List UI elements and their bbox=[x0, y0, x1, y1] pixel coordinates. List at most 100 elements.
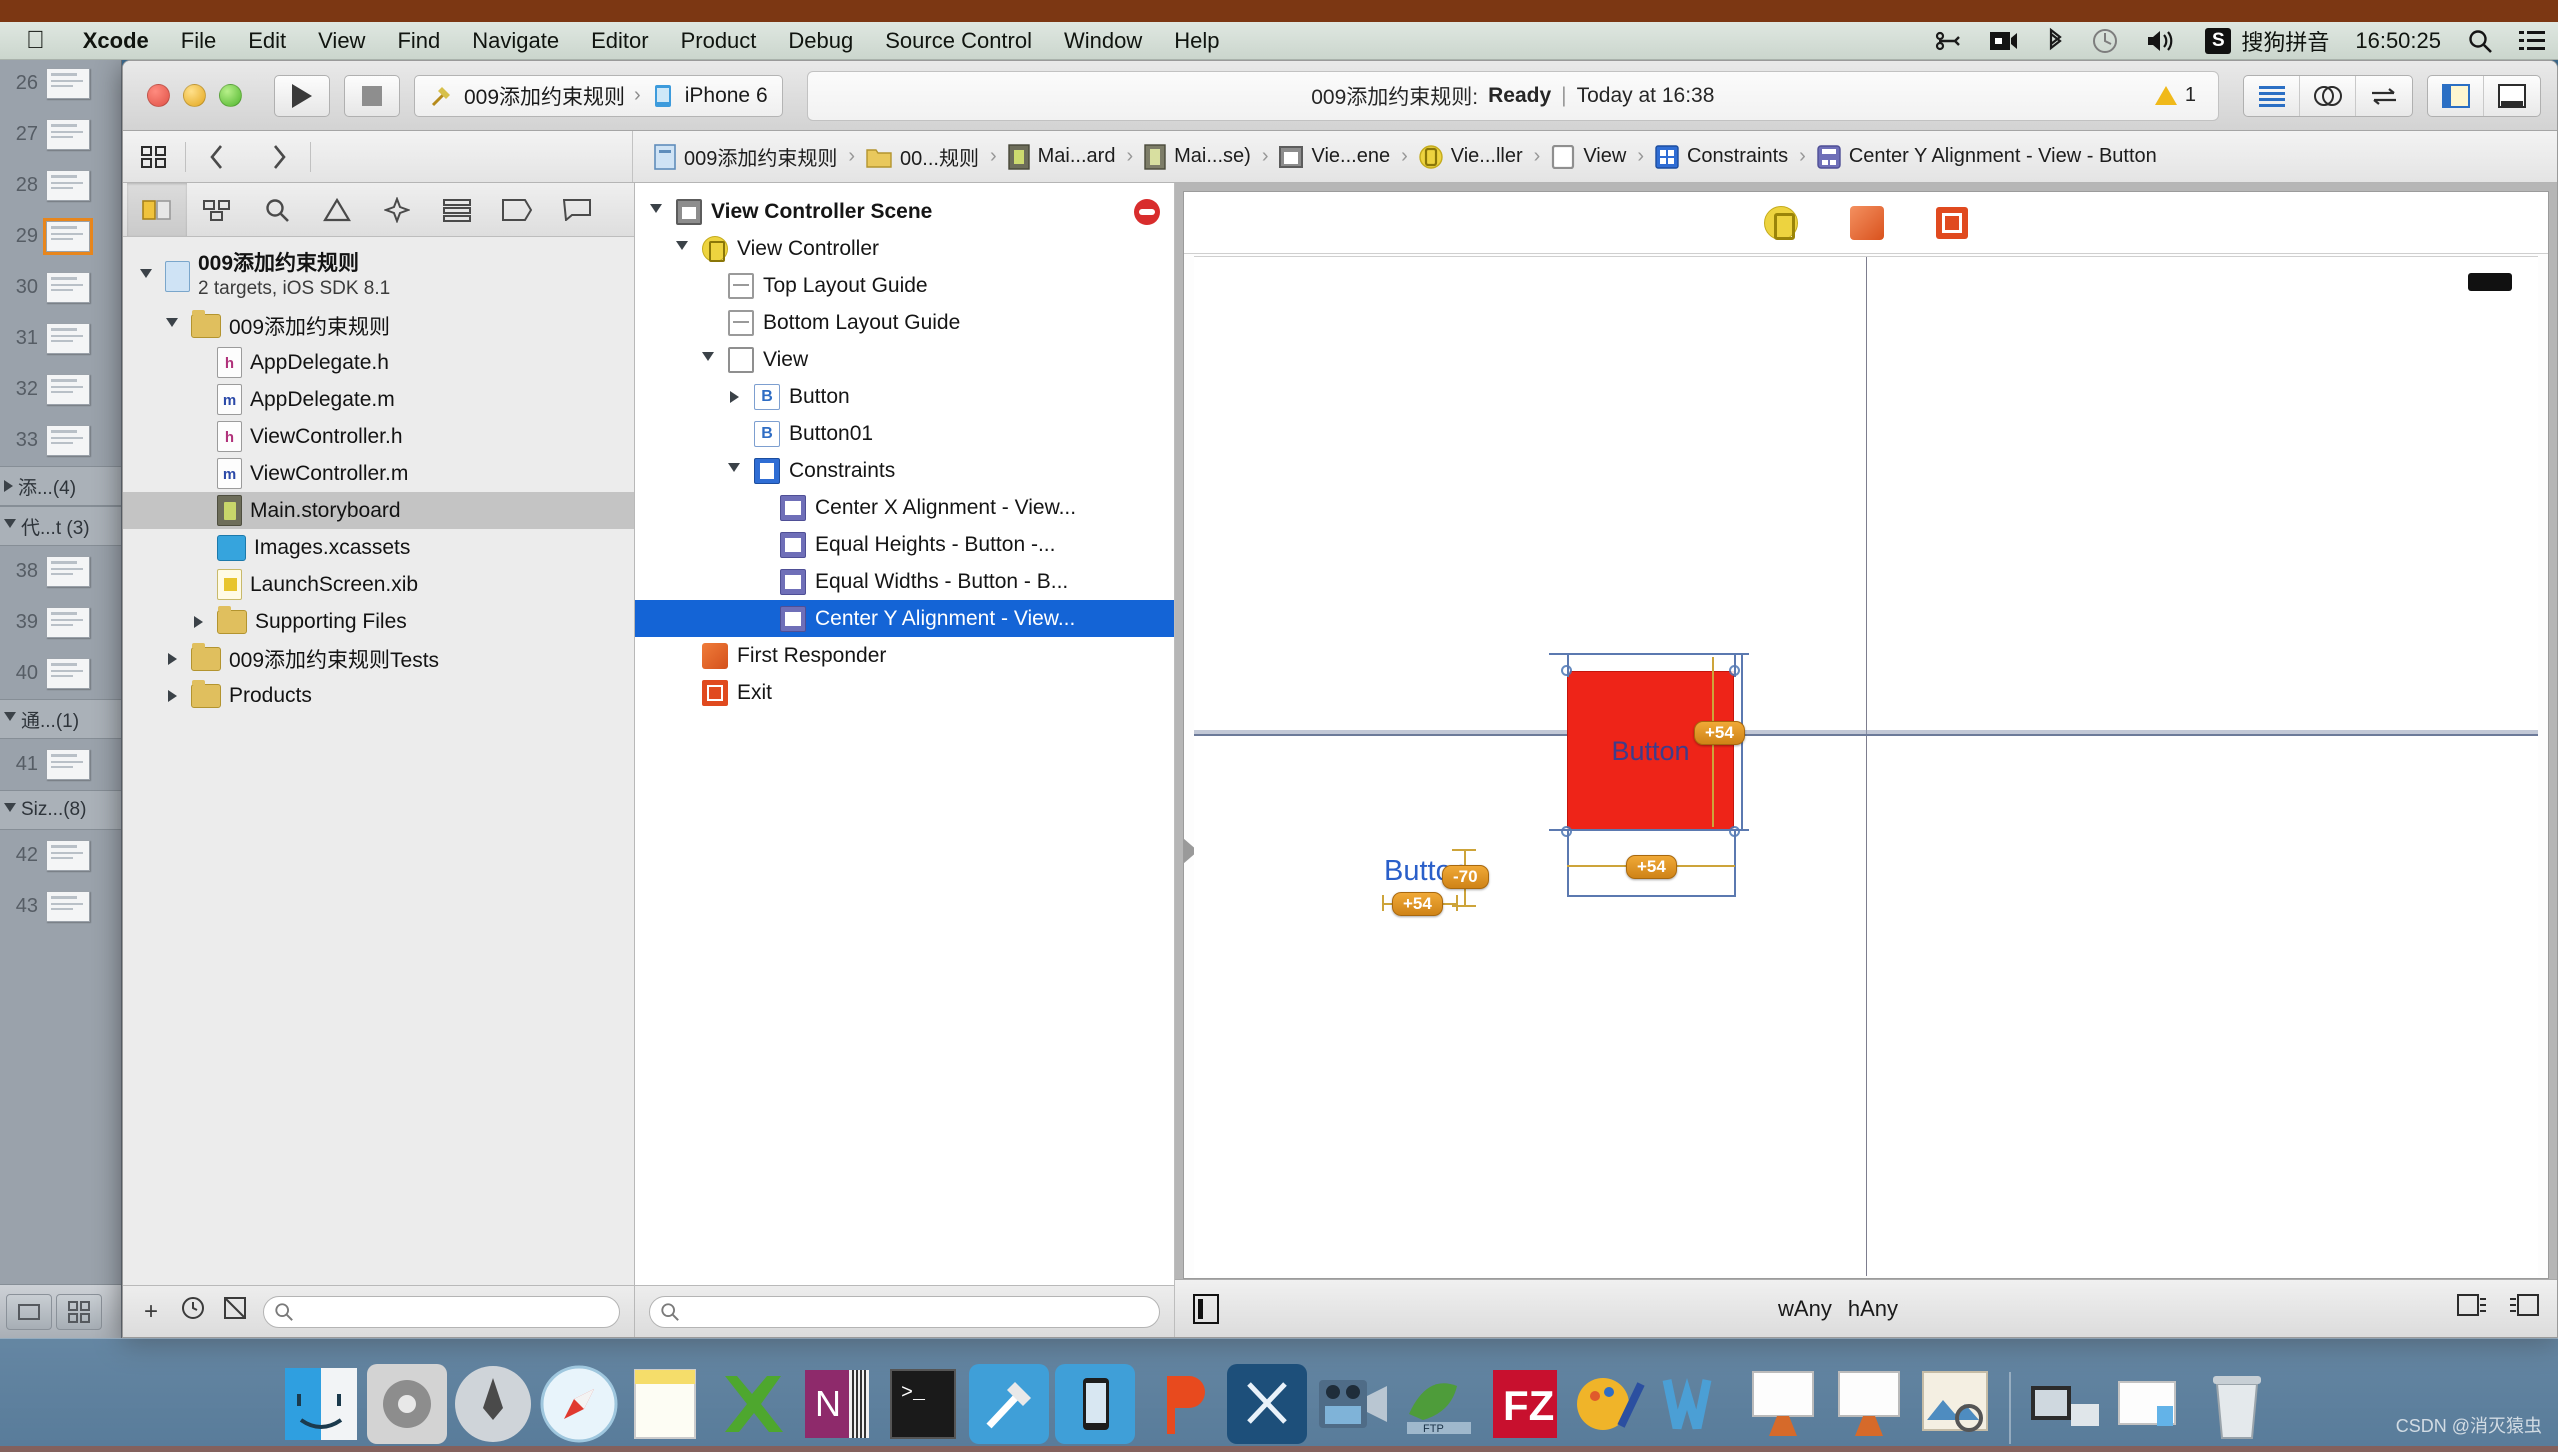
assistant-editor-icon[interactable] bbox=[2300, 75, 2356, 116]
screen-record-icon[interactable] bbox=[1976, 29, 2032, 53]
breadcrumb-item-6[interactable]: View bbox=[1542, 144, 1635, 169]
size-class-height[interactable]: hAny bbox=[1848, 1296, 1898, 1322]
navigator-bottom-bar[interactable]: + bbox=[123, 1285, 634, 1337]
slide-thumbnail[interactable] bbox=[46, 272, 90, 303]
finder-dock-icon[interactable] bbox=[281, 1364, 361, 1444]
preview-dock-icon[interactable] bbox=[1915, 1364, 1995, 1444]
debug-navigator-icon[interactable] bbox=[427, 183, 487, 236]
height-constraint-badge[interactable]: +54 bbox=[1694, 721, 1745, 745]
breadcrumb-item-7[interactable]: Constraints bbox=[1646, 144, 1797, 169]
breadcrumb-item-3[interactable]: Mai...se) bbox=[1135, 143, 1260, 170]
paint-dock-icon[interactable] bbox=[1571, 1364, 1651, 1444]
slide-group-row[interactable]: 通...(1) bbox=[0, 699, 121, 739]
slide-thumbnail-row[interactable]: 33 bbox=[0, 415, 121, 466]
input-method-indicator[interactable]: S 搜狗拼音 bbox=[2192, 25, 2342, 57]
menu-item-navigate[interactable]: Navigate bbox=[456, 28, 575, 54]
menu-item-help[interactable]: Help bbox=[1158, 28, 1235, 54]
disclosure-triangle[interactable] bbox=[161, 318, 183, 333]
notification-center-icon[interactable] bbox=[2506, 30, 2558, 52]
slide-thumbnail-row[interactable]: 31 bbox=[0, 313, 121, 364]
slide-thumbnail[interactable] bbox=[46, 749, 90, 780]
navigator-toggle-icon[interactable] bbox=[2428, 75, 2484, 116]
slide-thumbnail[interactable] bbox=[46, 170, 90, 201]
filezilla-ftp-dock-icon[interactable]: FTP bbox=[1399, 1364, 1479, 1444]
navigator-row[interactable]: Images.xcassets bbox=[123, 529, 634, 566]
slide-thumbnail[interactable] bbox=[46, 891, 90, 922]
symbol-navigator-icon[interactable] bbox=[187, 183, 247, 236]
disclosure-triangle[interactable] bbox=[4, 480, 13, 492]
exit-dock-icon[interactable] bbox=[1936, 206, 1968, 239]
navigator-row[interactable]: 009添加约束规则 2 targets, iOS SDK 8.1 bbox=[123, 245, 634, 307]
editor-mode-group[interactable] bbox=[2243, 74, 2413, 117]
scheme-selector[interactable]: 009添加约束规则 › iPhone 6 bbox=[414, 74, 783, 117]
slide-thumbnail[interactable] bbox=[46, 607, 90, 638]
light-table-button[interactable] bbox=[56, 1293, 102, 1330]
scene-dock[interactable] bbox=[1184, 192, 2548, 254]
slide-thumbnail-row[interactable]: 27 bbox=[0, 109, 121, 160]
issue-navigator-icon[interactable] bbox=[307, 183, 367, 236]
xcode-window[interactable]: 009添加约束规则 › iPhone 6 009添加约束规则: Ready | … bbox=[122, 60, 2558, 1338]
navigator-row[interactable]: Supporting Files bbox=[123, 603, 634, 640]
menu-item-source-control[interactable]: Source Control bbox=[869, 28, 1048, 54]
view-controller-dock-icon[interactable] bbox=[1764, 205, 1798, 240]
disclosure-triangle[interactable] bbox=[723, 390, 745, 403]
slide-group-row[interactable]: Siz...(8) bbox=[0, 790, 121, 830]
disclosure-triangle[interactable] bbox=[697, 352, 719, 367]
disclosure-triangle[interactable] bbox=[4, 802, 16, 818]
navigator-row[interactable]: 009添加约束规则 bbox=[123, 307, 634, 344]
time-machine-icon[interactable] bbox=[2078, 27, 2132, 55]
outline-row[interactable]: Center Y Alignment - View... bbox=[635, 600, 1174, 637]
navigator-row[interactable]: LaunchScreen.xib bbox=[123, 566, 634, 603]
menu-item-edit[interactable]: Edit bbox=[232, 28, 302, 54]
interface-builder-canvas-wrapper[interactable]: Button +54 +54 Button -70 +54 wAny hAny bbox=[1175, 183, 2557, 1337]
disclosure-triangle[interactable] bbox=[4, 518, 16, 534]
view-as-icon[interactable] bbox=[1193, 1293, 1219, 1324]
size-class-width[interactable]: wAny bbox=[1778, 1296, 1832, 1322]
menu-item-file[interactable]: File bbox=[165, 28, 232, 54]
standard-editor-icon[interactable] bbox=[2244, 75, 2300, 116]
canvas-bottom-bar[interactable]: wAny hAny bbox=[1175, 1279, 2557, 1337]
keynote2-dock-icon[interactable] bbox=[1829, 1364, 1909, 1444]
stop-button[interactable] bbox=[344, 74, 400, 117]
slide-thumbnail[interactable] bbox=[46, 425, 90, 456]
slide-thumbnail[interactable] bbox=[46, 658, 90, 689]
slide-thumbnail-row[interactable]: 30 bbox=[0, 262, 121, 313]
disclosure-triangle[interactable] bbox=[135, 268, 157, 284]
slide-thumbnail-row[interactable]: 42 bbox=[0, 830, 121, 881]
slide-thumbnail-row[interactable]: 28 bbox=[0, 160, 121, 211]
document-outline-tree[interactable]: View Controller Scene View Controller Top … bbox=[635, 183, 1174, 1285]
report-navigator-icon[interactable] bbox=[547, 183, 607, 236]
launchpad-dock-icon[interactable] bbox=[453, 1364, 533, 1444]
zoom-window-button[interactable] bbox=[219, 84, 242, 107]
menu-item-debug[interactable]: Debug bbox=[772, 28, 869, 54]
first-responder-dock-icon[interactable] bbox=[1850, 205, 1884, 240]
vertical-offset-badge[interactable]: -70 bbox=[1442, 865, 1489, 889]
navigator-row[interactable]: m AppDelegate.m bbox=[123, 381, 634, 418]
menubar-clock[interactable]: 16:50:25 bbox=[2342, 28, 2454, 54]
word-dock-icon[interactable] bbox=[1657, 1364, 1737, 1444]
volume-icon[interactable] bbox=[2132, 28, 2192, 54]
disclosure-triangle[interactable] bbox=[161, 689, 183, 702]
navigator-row[interactable]: Main.storyboard bbox=[123, 492, 634, 529]
slide-group-row[interactable]: 代...t (3) bbox=[0, 506, 121, 546]
breakpoint-navigator-icon[interactable] bbox=[487, 183, 547, 236]
slide-thumbnail-row[interactable]: 39 bbox=[0, 597, 121, 648]
outline-row[interactable]: Exit bbox=[635, 674, 1174, 711]
document-outline-panel[interactable]: View Controller Scene View Controller Top … bbox=[635, 183, 1175, 1337]
minimize-window-button[interactable] bbox=[183, 84, 206, 107]
outline-row[interactable]: Constraints bbox=[635, 452, 1174, 489]
version-editor-icon[interactable] bbox=[2356, 76, 2412, 116]
keynote-dock-icon[interactable] bbox=[1743, 1364, 1823, 1444]
close-window-button[interactable] bbox=[147, 84, 170, 107]
outline-row[interactable]: View bbox=[635, 341, 1174, 378]
jump-bar[interactable]: 009添加约束规则 › 00...规则 › Mai...ard › Mai...se) › Vi… bbox=[123, 131, 2557, 183]
navigator-panel[interactable]: 009添加约束规则 2 targets, iOS SDK 8.1 009添加约束规则… bbox=[123, 183, 635, 1337]
chevron-left-icon[interactable] bbox=[186, 131, 248, 182]
navigator-row[interactable]: h AppDelegate.h bbox=[123, 344, 634, 381]
chevron-right-icon[interactable] bbox=[248, 131, 310, 182]
outline-row[interactable]: Equal Heights - Button -... bbox=[635, 526, 1174, 563]
navigator-tab-bar[interactable] bbox=[123, 183, 634, 237]
scene-stop-badge[interactable] bbox=[1134, 198, 1160, 225]
slide-thumbnail[interactable] bbox=[43, 218, 93, 255]
run-button[interactable] bbox=[274, 74, 330, 117]
